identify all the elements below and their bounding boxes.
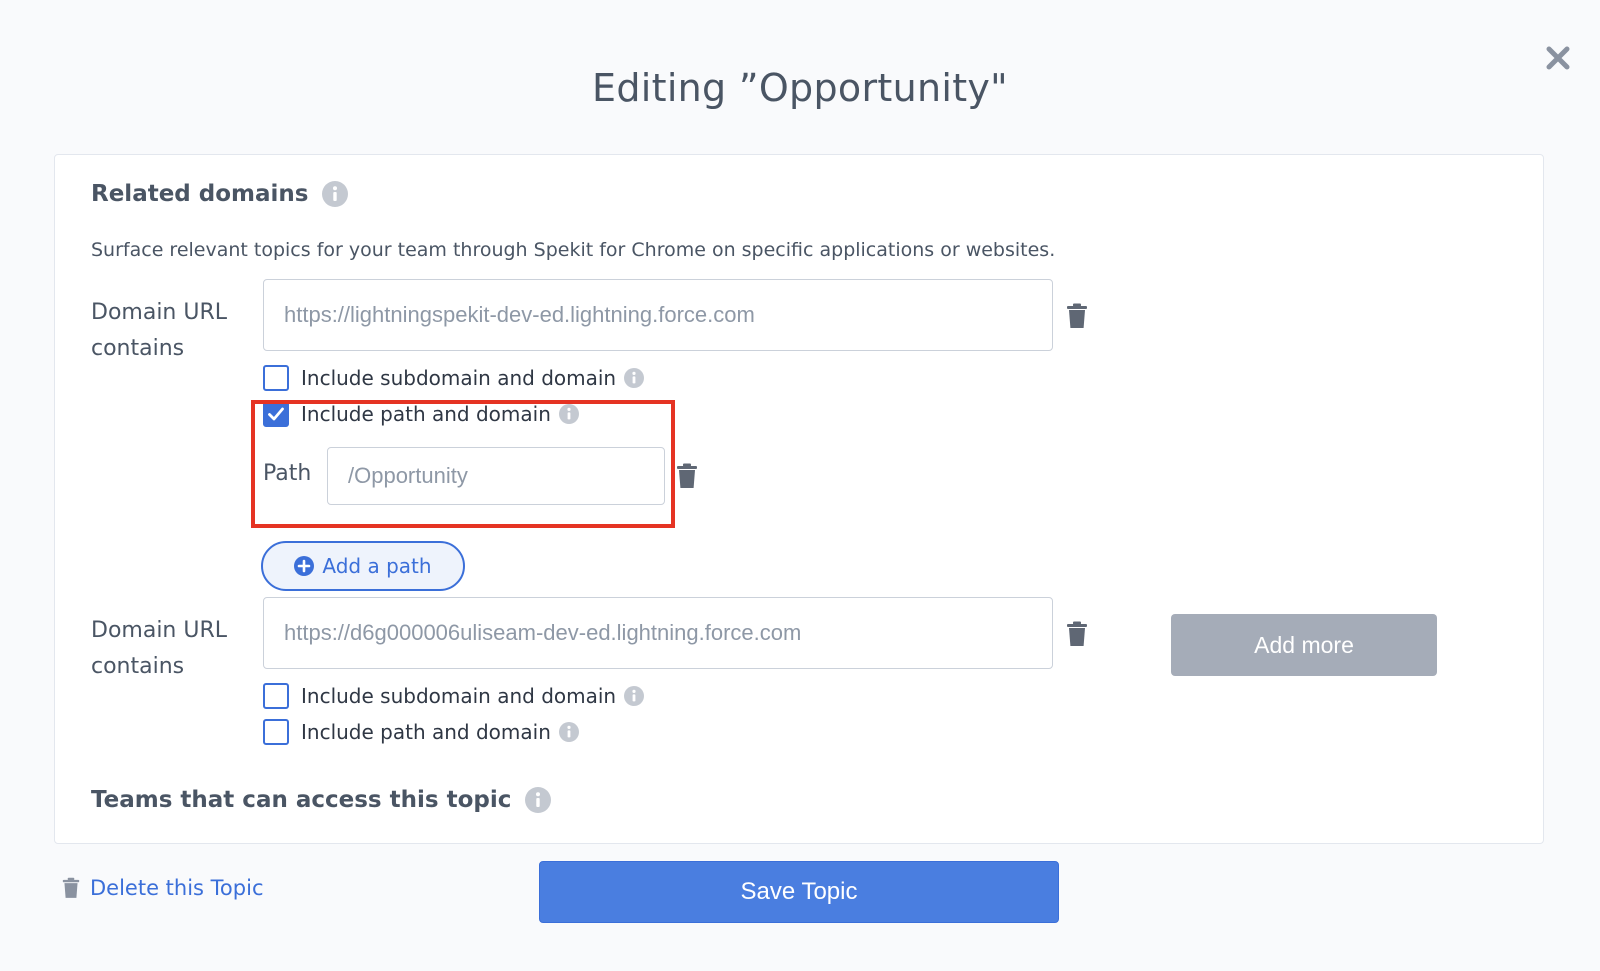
- path-label: Path: [263, 461, 312, 486]
- related-domains-heading: Related domains: [91, 181, 349, 207]
- trash-icon: [1067, 621, 1087, 646]
- delete-domain-button[interactable]: [1065, 621, 1089, 647]
- include-subdomain-option[interactable]: Include subdomain and domain: [263, 683, 645, 709]
- include-subdomain-checkbox[interactable]: [263, 365, 289, 391]
- delete-domain-button[interactable]: [1065, 303, 1089, 329]
- plus-circle-icon: [294, 556, 315, 576]
- info-icon[interactable]: [525, 787, 552, 813]
- domain-url-label: Domain URL contains: [91, 618, 228, 679]
- include-subdomain-label: Include subdomain and domain: [301, 684, 617, 708]
- domain-url-input[interactable]: [263, 597, 1053, 669]
- trash-icon: [62, 877, 80, 898]
- domain-url-label: Domain URL contains: [91, 300, 228, 361]
- settings-card: Related domains Surface relevant topics …: [54, 154, 1544, 844]
- trash-icon: [677, 463, 697, 488]
- add-path-label: Add a path: [322, 554, 432, 578]
- info-icon[interactable]: [558, 722, 579, 742]
- delete-topic-label: Delete this Topic: [90, 876, 264, 900]
- trash-icon: [1067, 303, 1087, 328]
- info-icon[interactable]: [322, 181, 349, 207]
- save-topic-button[interactable]: Save Topic: [539, 861, 1059, 923]
- include-path-checkbox[interactable]: [263, 719, 289, 745]
- related-domains-title: Related domains: [91, 181, 309, 207]
- path-input[interactable]: [327, 447, 665, 505]
- include-path-label: Include path and domain: [301, 720, 551, 744]
- domain-url-input[interactable]: [263, 279, 1053, 351]
- info-icon[interactable]: [624, 368, 645, 388]
- teams-title: Teams that can access this topic: [91, 787, 512, 813]
- include-subdomain-checkbox[interactable]: [263, 683, 289, 709]
- add-path-button[interactable]: Add a path: [261, 541, 465, 591]
- include-subdomain-option[interactable]: Include subdomain and domain: [263, 365, 645, 391]
- related-domains-description: Surface relevant topics for your team th…: [91, 239, 1056, 261]
- info-icon[interactable]: [624, 686, 645, 706]
- teams-heading: Teams that can access this topic: [91, 787, 552, 813]
- delete-path-button[interactable]: [675, 463, 699, 489]
- delete-topic-link[interactable]: Delete this Topic: [62, 876, 264, 900]
- modal-title: Editing ”Opportunity": [592, 66, 1008, 110]
- include-path-option[interactable]: Include path and domain: [263, 719, 579, 745]
- include-subdomain-label: Include subdomain and domain: [301, 366, 617, 390]
- add-more-button[interactable]: Add more: [1171, 614, 1437, 676]
